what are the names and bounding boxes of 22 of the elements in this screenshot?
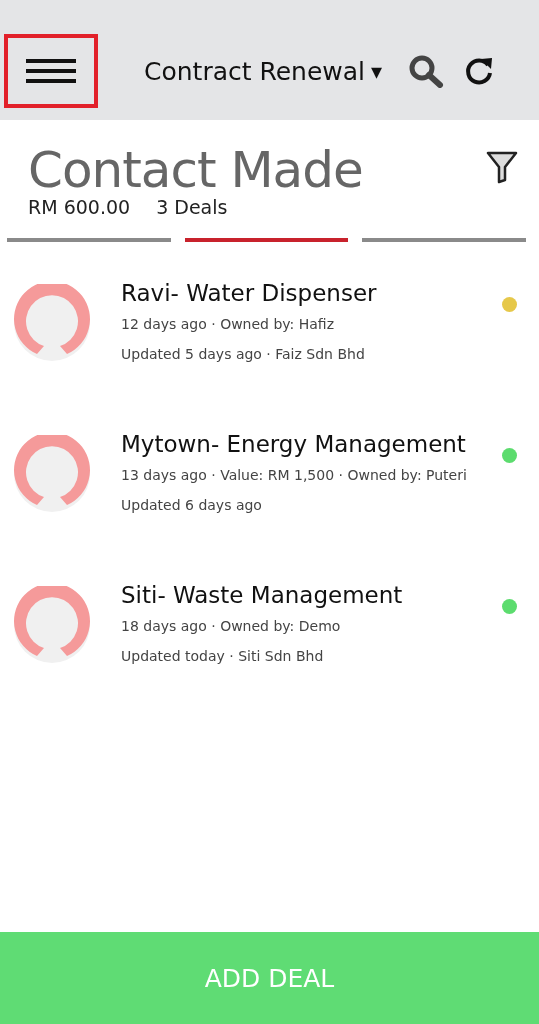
avatar-icon: [13, 284, 91, 362]
refresh-icon[interactable]: [464, 56, 495, 86]
deal-title[interactable]: Siti- Waste Management: [121, 580, 502, 610]
search-icon[interactable]: [408, 54, 445, 88]
stage-total: RM 600.00: [28, 196, 131, 218]
deal-details: 12 days ago · Owned by: Hafiz: [121, 315, 336, 334]
filter-icon[interactable]: [485, 150, 519, 184]
menu-icon: [26, 59, 76, 83]
deal-details: Updated 6 days ago: [121, 496, 263, 515]
deal-details: Updated 5 days ago · Faiz Sdn Bhd: [121, 345, 366, 364]
pipeline-dropdown[interactable]: Contract Renewal ▾: [144, 56, 383, 86]
caret-icon: ▾: [371, 58, 383, 84]
deal-title[interactable]: Ravi- Water Dispenser: [121, 278, 502, 308]
deal-details: 18 days ago · Owned by: Demo: [121, 617, 342, 636]
stage-title: Contact Made: [28, 140, 363, 199]
deal-title[interactable]: Mytown- Energy Management: [121, 429, 502, 459]
deal-details: 13 days ago · Value: RM 1,500 · Owned by: Puteri: [121, 466, 468, 485]
menu-button[interactable]: [4, 34, 98, 108]
avatar-icon: [13, 435, 91, 513]
deal-details: Updated today · Siti Sdn Bhd: [121, 647, 325, 666]
avatar-icon: [13, 586, 91, 664]
deal-count: 3 Deals: [156, 196, 228, 218]
